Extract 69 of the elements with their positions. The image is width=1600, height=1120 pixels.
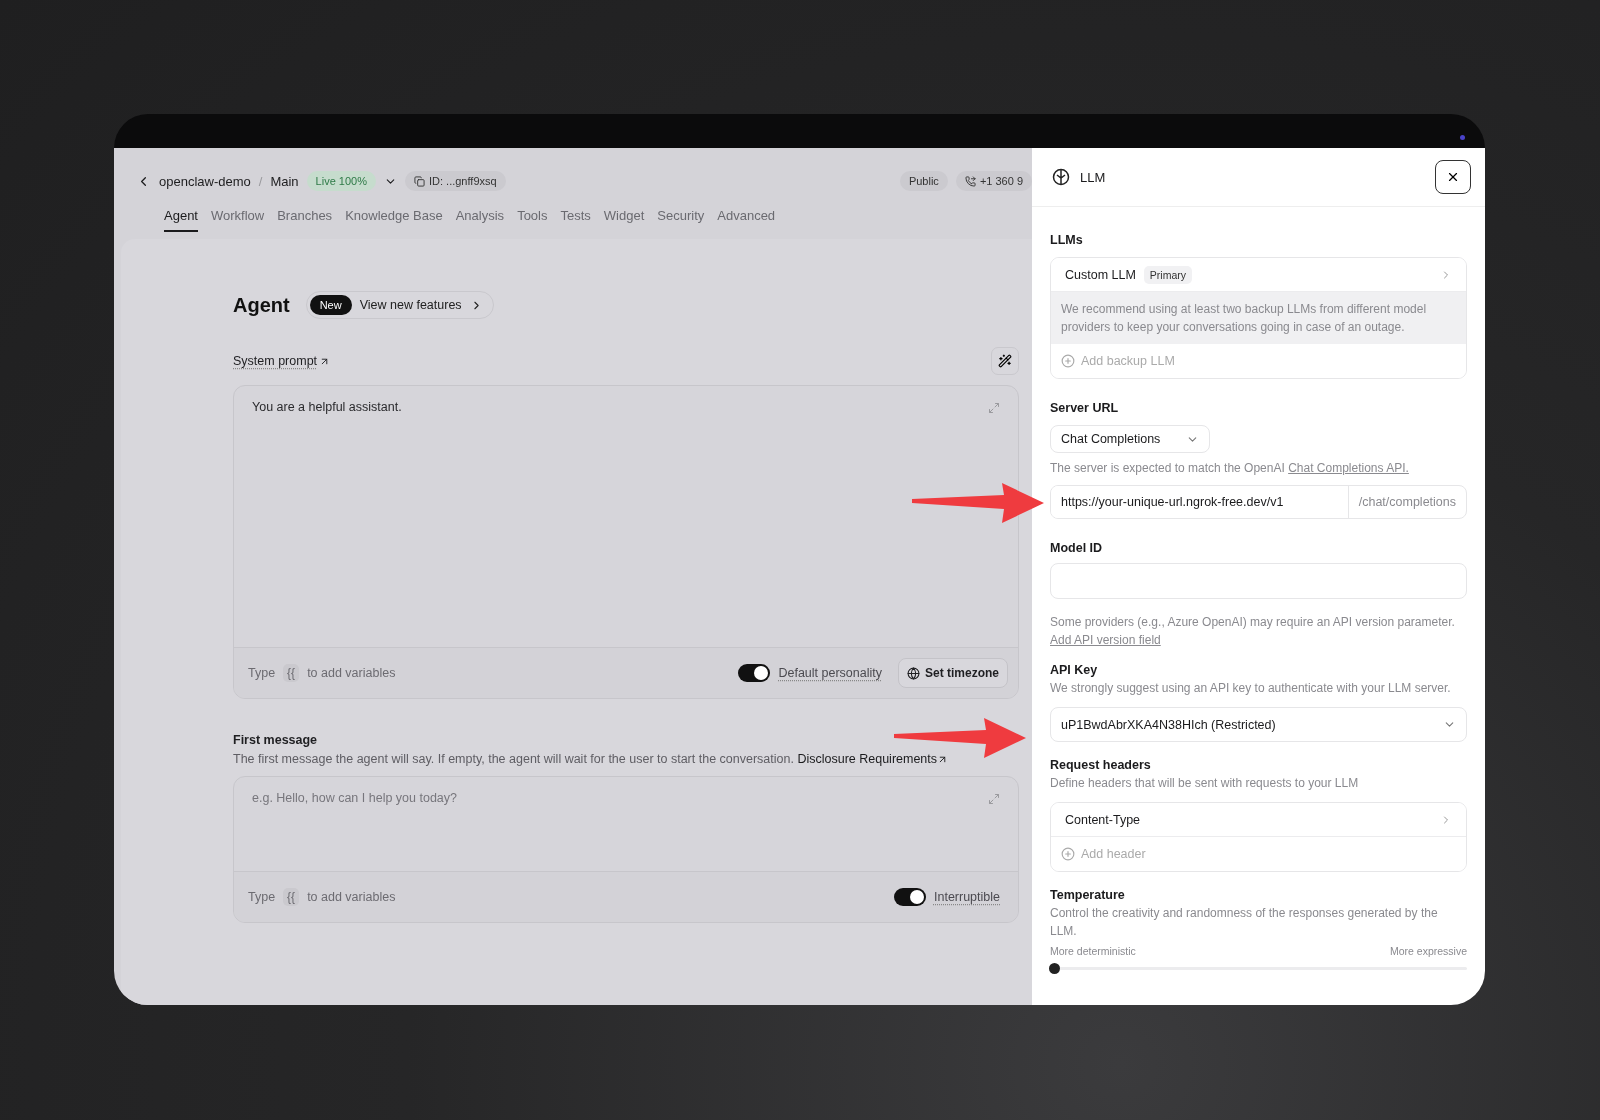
api-docs-link[interactable]: Chat Completions API. [1288,461,1409,475]
section-label: Model ID [1050,541,1104,555]
timezone-button[interactable]: Set timezone [898,658,1008,688]
type-dropdown[interactable]: Chat Completions [1050,425,1210,453]
description: The first message the agent will say. If empty, the agent will wait for the user to start the conversation. Disclosure Requirements [233,752,1019,766]
tab[interactable]: Workflow [211,208,265,232]
panel-title: LLM [1080,169,1107,185]
api-key-dropdown[interactable]: uP1BwdAbrXKA4N38HIch (Restricted) [1050,707,1467,742]
help-text: The server is expected to match the OpenAI Chat Completions API. [1050,460,1410,477]
close-button[interactable] [1435,160,1471,194]
project-name[interactable]: openclaw-demo [159,173,251,189]
brain-icon [1052,168,1070,186]
plus-icon [1061,847,1075,861]
slider-min-label: More deterministic [1050,945,1136,957]
tab[interactable]: Analysis [455,208,505,232]
phone-icon [964,175,976,187]
tab[interactable]: Tests [560,208,591,232]
hint-text: Type [248,666,276,680]
disclosure-link[interactable]: Disclosure Requirements [797,752,949,766]
hint-text: to add variables [307,666,396,680]
magic-wand-button[interactable] [991,347,1019,375]
header-row[interactable]: Content-Type [1051,803,1466,837]
help-text: Control the creativity and randomness of the responses generated by the LLM. [1050,905,1439,940]
section-label: LLMs [1050,233,1084,247]
help-text: Some providers (e.g., Azure OpenAI) may require an API version parameter. Add API version field [1050,614,1456,649]
copy-icon[interactable] [413,175,425,187]
slider-thumb[interactable] [1049,963,1060,974]
toggle-switch[interactable] [894,888,926,906]
toggle-label: Default personality [778,666,882,680]
breadcrumb-separator: / [258,173,263,189]
tab[interactable]: Branches [277,208,333,232]
branch-name[interactable]: Main [270,173,299,189]
close-icon [1446,170,1460,184]
tab[interactable]: Security [657,208,705,232]
camera-icon [1460,134,1465,140]
phone-chip[interactable]: +1 360 9 [955,171,1032,191]
section-label: First message [233,733,319,747]
globe-icon [907,666,920,680]
api-version-link[interactable]: Add API version field [1050,633,1161,647]
tab[interactable]: Widget [603,208,645,232]
section-label: API Key [1050,663,1099,677]
model-id-field[interactable] [1050,563,1467,599]
toggle-label: Interruptible [934,890,1000,904]
section-label: Temperature [1050,888,1126,902]
section-label: Request headers [1050,758,1152,772]
id-chip[interactable]: ID: ...gnff9xsq [404,171,506,191]
info-note: We recommend using at least two backup LLMs from different model providers to keep your conversations going in case of an outage. [1051,292,1466,344]
plus-icon [1061,354,1075,368]
help-text: We strongly suggest using an API key to authenticate with your LLM server. [1050,680,1452,697]
tab[interactable]: Advanced [717,208,776,232]
status-badge: Live 100% [306,171,376,191]
system-prompt-link[interactable]: System prompt [233,354,331,368]
variable-key: {{ [283,888,300,906]
hint-text: to add variables [307,890,396,904]
section-label: Server URL [1050,401,1120,415]
llm-row[interactable]: Custom LLM Primary [1051,258,1466,292]
magic-wand-icon [998,354,1012,368]
tab[interactable]: Tools [517,208,548,232]
hint-text: Type [248,890,276,904]
help-text: Define headers that will be sent with requests to your LLM [1050,775,1360,792]
variable-key: {{ [283,664,300,682]
tab[interactable]: Agent [164,208,198,232]
url-field[interactable]: https://your-unique-url.ngrok-free.dev/v1 /chat/completions [1050,485,1467,519]
tab[interactable]: Knowledge Base [345,208,443,232]
slider-max-label: More expressive [1389,945,1467,957]
page-title: Agent [233,293,290,317]
url-suffix: /chat/completions [1347,486,1466,518]
visibility-badge[interactable]: Public [899,171,948,191]
toggle-switch[interactable] [738,664,771,682]
